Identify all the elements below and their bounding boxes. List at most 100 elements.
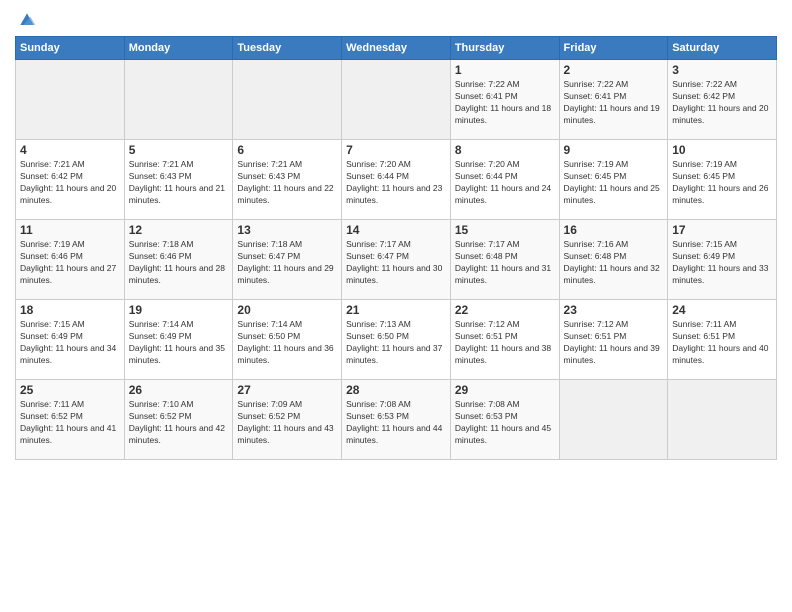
day-cell: 21 Sunrise: 7:13 AM Sunset: 6:50 PM Dayli… (342, 300, 451, 380)
day-cell (233, 60, 342, 140)
day-info: Sunrise: 7:18 AM Sunset: 6:47 PM Dayligh… (237, 239, 337, 287)
day-cell (342, 60, 451, 140)
day-cell: 10Sunrise: 7:19 AM Sunset: 6:45 PM Dayli… (668, 140, 777, 220)
day-info: Sunrise: 7:14 AM Sunset: 6:49 PM Dayligh… (129, 319, 229, 367)
day-cell: 11 Sunrise: 7:19 AM Sunset: 6:46 PM Dayli… (16, 220, 125, 300)
day-cell: 28 Sunrise: 7:08 AM Sunset: 6:53 PM Dayli… (342, 380, 451, 460)
day-info: Sunrise: 7:15 AM Sunset: 6:49 PM Dayligh… (20, 319, 120, 367)
day-info: Sunrise: 7:11 AM Sunset: 6:51 PM Dayligh… (672, 319, 772, 367)
day-info: Sunrise: 7:13 AM Sunset: 6:50 PM Dayligh… (346, 319, 446, 367)
day-number: 5 (129, 143, 229, 157)
day-cell: 1 Sunrise: 7:22 AM Sunset: 6:41 PM Daylig… (450, 60, 559, 140)
day-number: 1 (455, 63, 555, 77)
day-cell: 3 Sunrise: 7:22 AM Sunset: 6:42 PM Daylig… (668, 60, 777, 140)
day-cell: 26 Sunrise: 7:10 AM Sunset: 6:52 PM Dayli… (124, 380, 233, 460)
col-header-saturday: Saturday (668, 37, 777, 60)
day-number: 2 (564, 63, 664, 77)
day-info: Sunrise: 7:22 AM Sunset: 6:42 PM Dayligh… (672, 79, 772, 127)
day-info: Sunrise: 7:21 AM Sunset: 6:43 PM Dayligh… (129, 159, 229, 207)
day-number: 29 (455, 383, 555, 397)
day-info: Sunrise: 7:18 AM Sunset: 6:46 PM Dayligh… (129, 239, 229, 287)
day-cell (559, 380, 668, 460)
day-info: Sunrise: 7:15 AM Sunset: 6:49 PM Dayligh… (672, 239, 772, 287)
day-info: Sunrise: 7:20 AM Sunset: 6:44 PM Dayligh… (346, 159, 446, 207)
logo (15, 10, 37, 30)
day-number: 22 (455, 303, 555, 317)
day-cell: 5 Sunrise: 7:21 AM Sunset: 6:43 PM Daylig… (124, 140, 233, 220)
day-cell: 4 Sunrise: 7:21 AM Sunset: 6:42 PM Daylig… (16, 140, 125, 220)
col-header-sunday: Sunday (16, 37, 125, 60)
day-number: 25 (20, 383, 120, 397)
week-row-3: 18 Sunrise: 7:15 AM Sunset: 6:49 PM Dayli… (16, 300, 777, 380)
day-number: 3 (672, 63, 772, 77)
day-number: 11 (20, 223, 120, 237)
day-number: 4 (20, 143, 120, 157)
day-number: 26 (129, 383, 229, 397)
day-cell: 20 Sunrise: 7:14 AM Sunset: 6:50 PM Dayli… (233, 300, 342, 380)
day-info: Sunrise: 7:08 AM Sunset: 6:53 PM Dayligh… (346, 399, 446, 447)
day-cell: 19 Sunrise: 7:14 AM Sunset: 6:49 PM Dayli… (124, 300, 233, 380)
day-cell: 22 Sunrise: 7:12 AM Sunset: 6:51 PM Dayli… (450, 300, 559, 380)
day-info: Sunrise: 7:14 AM Sunset: 6:50 PM Dayligh… (237, 319, 337, 367)
col-header-monday: Monday (124, 37, 233, 60)
day-number: 14 (346, 223, 446, 237)
day-info: Sunrise: 7:16 AM Sunset: 6:48 PM Dayligh… (564, 239, 664, 287)
calendar-table: SundayMondayTuesdayWednesdayThursdayFrid… (15, 36, 777, 460)
week-row-4: 25 Sunrise: 7:11 AM Sunset: 6:52 PM Dayli… (16, 380, 777, 460)
week-row-2: 11 Sunrise: 7:19 AM Sunset: 6:46 PM Dayli… (16, 220, 777, 300)
week-row-1: 4 Sunrise: 7:21 AM Sunset: 6:42 PM Daylig… (16, 140, 777, 220)
logo-icon (17, 10, 37, 30)
page: SundayMondayTuesdayWednesdayThursdayFrid… (0, 0, 792, 612)
col-header-thursday: Thursday (450, 37, 559, 60)
day-cell: 29 Sunrise: 7:08 AM Sunset: 6:53 PM Dayli… (450, 380, 559, 460)
day-number: 27 (237, 383, 337, 397)
day-number: 21 (346, 303, 446, 317)
day-cell (668, 380, 777, 460)
day-cell: 13 Sunrise: 7:18 AM Sunset: 6:47 PM Dayli… (233, 220, 342, 300)
day-info: Sunrise: 7:17 AM Sunset: 6:48 PM Dayligh… (455, 239, 555, 287)
day-cell (124, 60, 233, 140)
day-cell: 2Sunrise: 7:22 AM Sunset: 6:41 PM Daylig… (559, 60, 668, 140)
day-cell: 23Sunrise: 7:12 AM Sunset: 6:51 PM Dayli… (559, 300, 668, 380)
header (15, 10, 777, 30)
day-info: Sunrise: 7:19 AM Sunset: 6:46 PM Dayligh… (20, 239, 120, 287)
day-cell: 17Sunrise: 7:15 AM Sunset: 6:49 PM Dayli… (668, 220, 777, 300)
day-number: 23 (564, 303, 664, 317)
col-header-tuesday: Tuesday (233, 37, 342, 60)
day-cell: 9 Sunrise: 7:19 AM Sunset: 6:45 PM Daylig… (559, 140, 668, 220)
day-cell: 16 Sunrise: 7:16 AM Sunset: 6:48 PM Dayli… (559, 220, 668, 300)
day-cell: 15 Sunrise: 7:17 AM Sunset: 6:48 PM Dayli… (450, 220, 559, 300)
day-number: 8 (455, 143, 555, 157)
day-number: 7 (346, 143, 446, 157)
day-cell (16, 60, 125, 140)
day-number: 13 (237, 223, 337, 237)
day-number: 24 (672, 303, 772, 317)
day-number: 10 (672, 143, 772, 157)
day-cell: 24 Sunrise: 7:11 AM Sunset: 6:51 PM Dayli… (668, 300, 777, 380)
day-number: 20 (237, 303, 337, 317)
day-cell: 12 Sunrise: 7:18 AM Sunset: 6:46 PM Dayli… (124, 220, 233, 300)
col-header-friday: Friday (559, 37, 668, 60)
day-number: 6 (237, 143, 337, 157)
day-number: 28 (346, 383, 446, 397)
day-info: Sunrise: 7:17 AM Sunset: 6:47 PM Dayligh… (346, 239, 446, 287)
day-number: 15 (455, 223, 555, 237)
day-info: Sunrise: 7:21 AM Sunset: 6:43 PM Dayligh… (237, 159, 337, 207)
day-cell: 27 Sunrise: 7:09 AM Sunset: 6:52 PM Dayli… (233, 380, 342, 460)
day-info: Sunrise: 7:11 AM Sunset: 6:52 PM Dayligh… (20, 399, 120, 447)
day-number: 19 (129, 303, 229, 317)
day-info: Sunrise: 7:21 AM Sunset: 6:42 PM Dayligh… (20, 159, 120, 207)
day-info: Sunrise: 7:08 AM Sunset: 6:53 PM Dayligh… (455, 399, 555, 447)
day-info: Sunrise: 7:19 AM Sunset: 6:45 PM Dayligh… (564, 159, 664, 207)
day-info: Sunrise: 7:12 AM Sunset: 6:51 PM Dayligh… (455, 319, 555, 367)
day-info: Sunrise: 7:09 AM Sunset: 6:52 PM Dayligh… (237, 399, 337, 447)
day-info: Sunrise: 7:22 AM Sunset: 6:41 PM Dayligh… (455, 79, 555, 127)
day-number: 12 (129, 223, 229, 237)
week-row-0: 1 Sunrise: 7:22 AM Sunset: 6:41 PM Daylig… (16, 60, 777, 140)
day-cell: 6 Sunrise: 7:21 AM Sunset: 6:43 PM Daylig… (233, 140, 342, 220)
day-info: Sunrise: 7:10 AM Sunset: 6:52 PM Dayligh… (129, 399, 229, 447)
day-cell: 8Sunrise: 7:20 AM Sunset: 6:44 PM Daylig… (450, 140, 559, 220)
day-number: 16 (564, 223, 664, 237)
day-number: 18 (20, 303, 120, 317)
day-number: 9 (564, 143, 664, 157)
